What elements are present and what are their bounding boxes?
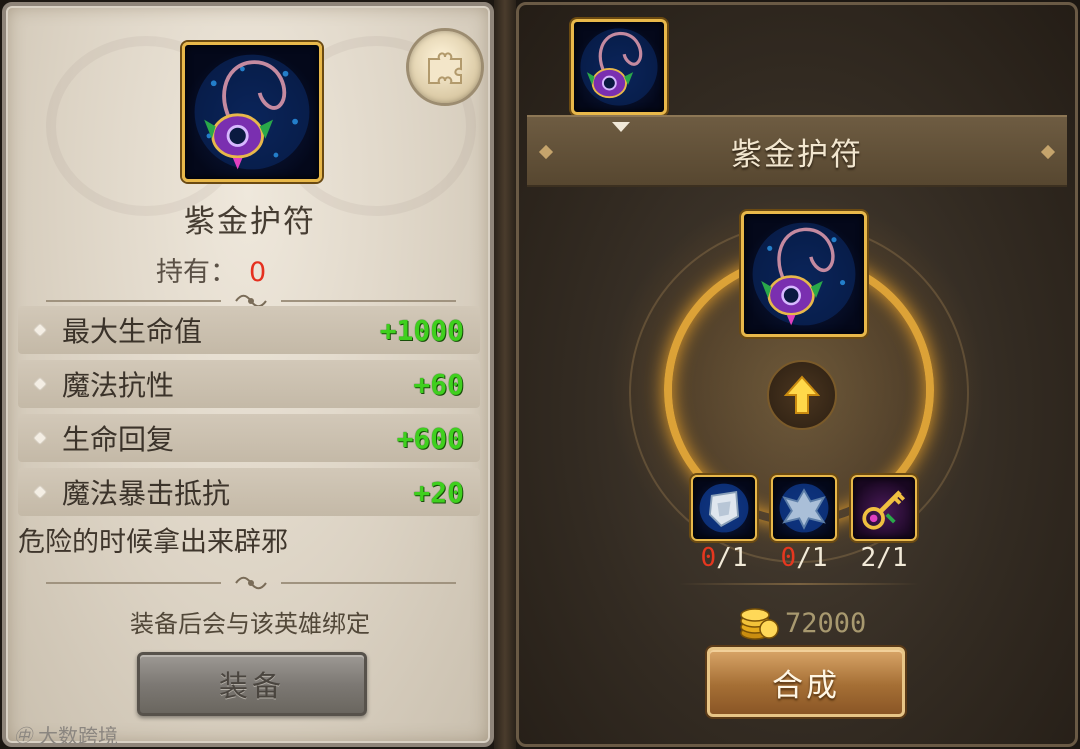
craft-button[interactable]: 合成 <box>707 647 905 717</box>
watermark: ㊥ 大数跨境 <box>14 720 118 749</box>
craft-cost: 72000 <box>739 605 866 641</box>
amulet-icon <box>752 222 856 326</box>
up-arrow-icon <box>784 375 820 414</box>
material-have: 0 <box>700 543 717 573</box>
stat-label: 魔法抗性 <box>62 369 175 402</box>
cost-amount: 72000 <box>785 607 867 639</box>
item-name: 紫金护符 <box>184 204 316 240</box>
diamond-bullet-icon <box>34 324 46 336</box>
crystal-shield-icon <box>691 475 757 541</box>
selected-item-tab[interactable] <box>571 19 667 115</box>
stat-label: 最大生命值 <box>62 315 203 348</box>
material-have: 2 <box>860 543 877 573</box>
diamond-bullet-icon <box>34 378 46 390</box>
bind-notice: 装备后会与该英雄绑定 <box>130 610 370 638</box>
cost-divider <box>679 583 919 585</box>
diamond-ornament-icon <box>538 144 554 160</box>
material-slot-2[interactable] <box>771 475 837 541</box>
ornament-divider-bottom <box>46 576 456 590</box>
amulet-icon <box>580 28 658 106</box>
owned-count: 持有： 0 <box>156 250 266 289</box>
material-need: /1 <box>716 543 748 573</box>
craft-panel: 紫金护符 0/1 0/1 2/1 72000 合成 <box>516 2 1078 747</box>
stat-value: +60 <box>413 367 464 401</box>
craft-title: 紫金护符 <box>731 136 863 173</box>
stat-row-magic-resist: 魔法抗性 +60 <box>18 360 480 408</box>
item-detail-panel: 紫金护符 持有： 0 最大生命值 +1000 魔法抗性 +60 生命回复 +600… <box>2 2 494 749</box>
stat-label: 生命回复 <box>62 423 175 456</box>
stat-value: +1000 <box>379 313 464 347</box>
diamond-ornament-icon <box>1040 144 1056 160</box>
owned-value: 0 <box>249 257 267 288</box>
stat-label: 魔法暴击抵抗 <box>62 477 231 510</box>
material-count-3: 2/1 <box>851 543 917 573</box>
material-slot-1[interactable] <box>691 475 757 541</box>
owned-label: 持有： <box>156 257 237 288</box>
stat-row-magic-crit-resist: 魔法暴击抵抗 +20 <box>18 468 480 516</box>
diamond-bullet-icon <box>34 486 46 498</box>
material-have: 0 <box>780 543 797 573</box>
gold-coins-icon <box>740 608 779 640</box>
equip-button[interactable]: 装备 <box>137 652 367 716</box>
puzzle-piece-icon <box>428 52 462 84</box>
stat-row-hp-regen: 生命回复 +600 <box>18 414 480 462</box>
stat-value: +600 <box>396 421 464 455</box>
item-description: 危险的时候拿出来辟邪 <box>18 527 288 558</box>
golden-key-icon <box>851 475 917 541</box>
diamond-bullet-icon <box>34 432 46 444</box>
amulet-icon <box>182 42 322 182</box>
material-count-1: 0/1 <box>691 543 757 573</box>
material-need: /1 <box>796 543 828 573</box>
stat-row-max-hp: 最大生命值 +1000 <box>18 306 480 354</box>
stat-value: +20 <box>413 475 464 509</box>
fragment-button[interactable] <box>406 28 484 106</box>
material-slot-3[interactable] <box>851 475 917 541</box>
material-need: /1 <box>876 543 908 573</box>
watermark-logo-icon: ㊥ <box>14 725 32 747</box>
craft-title-bar: 紫金护符 <box>527 115 1067 187</box>
upgrade-arrow <box>767 360 837 430</box>
craft-result-icon[interactable] <box>741 211 867 337</box>
material-count-2: 0/1 <box>771 543 837 573</box>
silver-wing-emblem-icon <box>771 475 837 541</box>
watermark-text: 大数跨境 <box>38 724 118 748</box>
panel-separator <box>494 0 516 749</box>
selection-caret-icon <box>612 122 630 132</box>
